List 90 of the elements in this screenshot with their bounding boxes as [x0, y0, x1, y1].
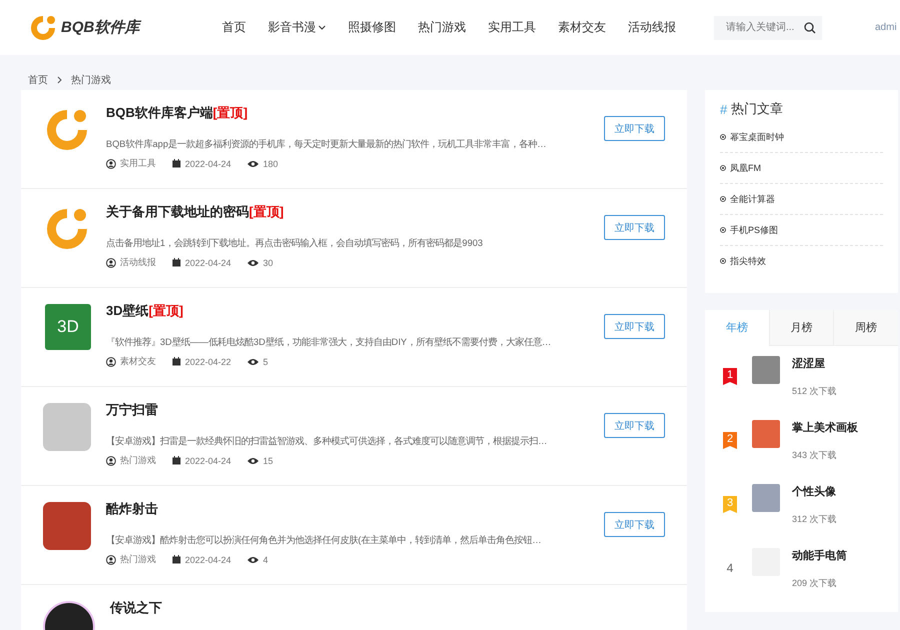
app-icon-image — [43, 502, 91, 550]
post-title[interactable]: 关于备用下载地址的密码[置顶] — [106, 203, 586, 221]
bullet-icon — [720, 196, 726, 202]
post-category[interactable]: 实用工具 — [120, 157, 156, 170]
download-button[interactable]: 立即下载 — [604, 413, 665, 438]
calendar-icon — [172, 456, 181, 465]
article-link[interactable]: 手机PS修图 — [730, 224, 778, 236]
app-name[interactable]: 个性头像 — [792, 484, 837, 499]
search-field[interactable]: 请输入关键词... — [714, 16, 822, 40]
user-icon — [106, 356, 116, 366]
post-title[interactable]: BQB软件库客户端[置顶] — [106, 104, 586, 122]
post-description: BQB软件库app是一款超多福利资源的手机库，每天定时更新大量最新的热门软件，玩机工具非常丰富，各种… — [106, 138, 548, 151]
ranking-tab[interactable]: 月榜 — [768, 310, 834, 346]
view-count: 5 — [263, 356, 268, 366]
app-icon: 3D — [45, 304, 91, 350]
nav-link[interactable]: 实用工具 — [488, 19, 536, 36]
post-description: 点击备用地址1，会跳转到下载地址。再点击密码输入框，会自动填写密码，所有密码都是9903 — [106, 237, 484, 250]
nav-link[interactable]: 影音书漫 — [268, 19, 326, 36]
breadcrumb-link[interactable]: 首页 — [28, 73, 48, 87]
post-title[interactable]: 万宁扫雷 — [106, 401, 586, 419]
post-description: 『软件推荐』3D壁纸——低耗电炫酷3D壁纸，功能非常强大，支持自由DIY，所有壁纸不需要付费，大家任意… — [106, 336, 552, 349]
user-icon — [106, 456, 116, 466]
post-date: 2022-04-22 — [185, 356, 232, 366]
user-icon — [106, 158, 116, 168]
download-count: 343 次下载 — [792, 449, 838, 462]
app-name[interactable]: 动能手电筒 — [792, 548, 847, 563]
download-count: 312 次下载 — [792, 513, 837, 526]
post-description: 【安卓游戏】酷炸射击您可以扮演任何角色并为他选择任何皮肤(在主菜单中，转到清单，然后单击角色按钮… — [106, 534, 542, 547]
post-title[interactable]: 3D壁纸[置顶] — [106, 302, 586, 320]
view-count: 4 — [263, 554, 268, 564]
eye-icon — [247, 456, 260, 464]
article-link[interactable]: 凤凰FM — [730, 162, 761, 174]
bullet-icon — [720, 258, 726, 264]
user-icon — [106, 258, 116, 268]
eye-icon — [247, 358, 260, 366]
eye-icon — [247, 556, 260, 564]
post-date: 2022-04-24 — [185, 554, 232, 564]
post-title[interactable]: 传说之下 — [110, 599, 665, 617]
eye-icon — [247, 258, 260, 266]
rank-number: 1 — [723, 368, 737, 385]
post-title[interactable]: 酷炸射击 — [106, 500, 586, 518]
bullet-icon — [720, 134, 726, 140]
hash-mark: # — [720, 102, 728, 116]
chevron-icon — [57, 76, 62, 84]
post-date: 2022-04-24 — [185, 158, 232, 168]
download-button[interactable]: 立即下载 — [604, 215, 665, 240]
logo-text[interactable]: BQB软件库 — [61, 18, 140, 37]
app-thumbnail — [752, 420, 780, 448]
view-count: 180 — [263, 158, 278, 168]
post-date: 2022-04-24 — [185, 258, 232, 268]
article-link[interactable]: 全能计算器 — [730, 192, 775, 206]
post-category[interactable]: 热门游戏 — [120, 454, 156, 467]
rank-number: 2 — [723, 432, 737, 449]
app-icon-image — [43, 403, 91, 451]
nav-link[interactable]: 首页 — [222, 19, 246, 36]
bullet-icon — [720, 227, 726, 233]
post-date: 2022-04-24 — [185, 456, 232, 466]
app-name[interactable]: 掌上美术画板 — [792, 420, 858, 435]
download-button[interactable]: 立即下载 — [604, 116, 665, 141]
calendar-icon — [172, 357, 181, 366]
rank-number: 3 — [723, 496, 737, 513]
post-category[interactable]: 素材交友 — [120, 355, 156, 368]
view-count: 30 — [263, 258, 274, 268]
nav-link[interactable]: 热门游戏 — [418, 19, 466, 36]
post-category[interactable]: 热门游戏 — [120, 553, 156, 566]
download-count: 512 次下载 — [792, 385, 837, 398]
card-title: 热门文章 — [731, 100, 784, 118]
rank-number: 4 — [726, 560, 734, 577]
app-thumbnail — [752, 356, 780, 384]
article-link[interactable]: 幂宝桌面时钟 — [730, 130, 784, 144]
nav-link[interactable]: 活动线报 — [628, 19, 676, 36]
user-icon — [106, 554, 116, 564]
ranking-tab[interactable]: 周榜 — [833, 310, 898, 346]
calendar-icon — [172, 555, 181, 564]
eye-icon — [247, 160, 260, 168]
nav-link[interactable]: 照摄修图 — [348, 19, 396, 36]
nav-link[interactable]: 素材交友 — [558, 19, 606, 36]
download-button[interactable]: 立即下载 — [604, 512, 665, 537]
search-icon[interactable] — [804, 22, 816, 34]
view-count: 15 — [263, 456, 274, 466]
app-thumbnail — [752, 484, 780, 512]
post-description: 【安卓游戏】扫雷是一款经典怀旧的扫雷益智游戏、多种模式可供选择，各式难度可以随意调节，根据提示扫… — [106, 435, 548, 448]
download-button[interactable]: 立即下载 — [604, 314, 665, 339]
app-name[interactable]: 涩涩屋 — [792, 356, 837, 371]
bullet-icon — [720, 165, 726, 171]
download-count: 209 次下载 — [792, 577, 838, 590]
calendar-icon — [172, 258, 181, 267]
calendar-icon — [172, 159, 181, 168]
article-link[interactable]: 指尖特效 — [730, 254, 766, 268]
post-category[interactable]: 活动线报 — [120, 256, 156, 269]
